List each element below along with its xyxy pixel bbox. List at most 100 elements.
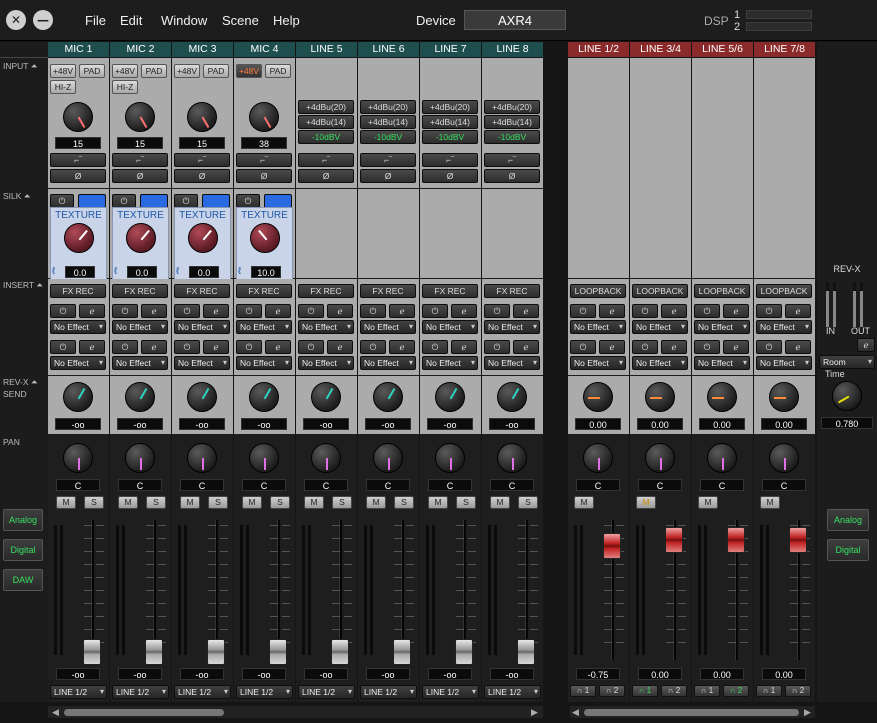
insert-2-effect-select[interactable]: No Effect bbox=[570, 356, 626, 370]
return-fader[interactable] bbox=[603, 533, 621, 559]
insert-1-edit-button[interactable]: ℯ bbox=[327, 304, 353, 318]
hpf-button[interactable]: ⌐‾ bbox=[298, 153, 354, 167]
insert-1-effect-select[interactable]: No Effect bbox=[236, 320, 292, 334]
revx-send-knob[interactable] bbox=[707, 382, 737, 412]
menu-scene[interactable]: Scene bbox=[222, 13, 259, 28]
input-scrollbar[interactable]: ◀ ▶ bbox=[48, 706, 543, 718]
insert-1-edit-button[interactable]: ℯ bbox=[265, 304, 291, 318]
revx-send-knob[interactable] bbox=[769, 382, 799, 412]
device-selector[interactable]: AXR4 bbox=[464, 10, 566, 30]
input-scroll-thumb[interactable] bbox=[64, 709, 224, 716]
insert-1-edit-button[interactable]: ℯ bbox=[723, 304, 749, 318]
insert-1-effect-select[interactable]: No Effect bbox=[50, 320, 106, 334]
insert-2-edit-button[interactable]: ℯ bbox=[265, 340, 291, 354]
insert-2-power-button[interactable]: ⏻ bbox=[298, 340, 324, 354]
fx-rec-button[interactable]: FX REC bbox=[236, 284, 292, 298]
insert-1-effect-select[interactable]: No Effect bbox=[298, 320, 354, 334]
insert-1-effect-select[interactable]: No Effect bbox=[570, 320, 626, 334]
channel-fader[interactable] bbox=[455, 639, 473, 665]
hpf-button[interactable]: ⌐‾ bbox=[50, 153, 106, 167]
level-20-button[interactable]: +4dBu(20) bbox=[484, 100, 540, 114]
revx-send-knob[interactable] bbox=[645, 382, 675, 412]
gain-knob[interactable] bbox=[187, 102, 217, 132]
insert-2-effect-select[interactable]: No Effect bbox=[236, 356, 292, 370]
silk-texture-knob[interactable] bbox=[64, 223, 94, 253]
revx-time-knob[interactable] bbox=[832, 381, 862, 411]
pan-knob[interactable] bbox=[497, 443, 527, 473]
insert-1-effect-select[interactable]: No Effect bbox=[632, 320, 688, 334]
gain-knob[interactable] bbox=[249, 102, 279, 132]
mute-button[interactable]: M bbox=[636, 496, 656, 509]
phase-button[interactable]: Ø bbox=[360, 169, 416, 183]
mute-button[interactable]: M bbox=[56, 496, 76, 509]
phase-button[interactable]: Ø bbox=[298, 169, 354, 183]
insert-1-power-button[interactable]: ⏻ bbox=[484, 304, 510, 318]
insert-2-power-button[interactable]: ⏻ bbox=[174, 340, 200, 354]
insert-2-effect-select[interactable]: No Effect bbox=[360, 356, 416, 370]
insert-1-power-button[interactable]: ⏻ bbox=[570, 304, 596, 318]
revx-type-select[interactable]: Room bbox=[819, 355, 875, 369]
return-scroll-thumb[interactable] bbox=[584, 709, 799, 716]
daw-button[interactable]: DAW bbox=[3, 569, 43, 591]
insert-2-effect-select[interactable]: No Effect bbox=[174, 356, 230, 370]
silk-power-button[interactable]: ⏻ bbox=[236, 194, 260, 208]
revx-edit-button[interactable]: ℯ bbox=[857, 338, 875, 352]
pan-knob[interactable] bbox=[373, 443, 403, 473]
channel-fader[interactable] bbox=[207, 639, 225, 665]
insert-2-power-button[interactable]: ⏻ bbox=[694, 340, 720, 354]
channel-fader[interactable] bbox=[83, 639, 101, 665]
fx-rec-button[interactable]: FX REC bbox=[360, 284, 416, 298]
solo-button[interactable]: S bbox=[270, 496, 290, 509]
hiz-button[interactable]: HI-Z bbox=[50, 80, 76, 94]
insert-2-power-button[interactable]: ⏻ bbox=[236, 340, 262, 354]
insert-1-power-button[interactable]: ⏻ bbox=[236, 304, 262, 318]
revx-send-knob[interactable] bbox=[125, 382, 155, 412]
insert-2-power-button[interactable]: ⏻ bbox=[756, 340, 782, 354]
silk-power-button[interactable]: ⏻ bbox=[174, 194, 198, 208]
insert-1-power-button[interactable]: ⏻ bbox=[360, 304, 386, 318]
menu-edit[interactable]: Edit bbox=[120, 13, 142, 28]
revx-send-knob[interactable] bbox=[311, 382, 341, 412]
insert-1-edit-button[interactable]: ℯ bbox=[661, 304, 687, 318]
phase-button[interactable]: Ø bbox=[484, 169, 540, 183]
scroll-left-icon[interactable]: ◀ bbox=[52, 707, 59, 718]
insert-2-edit-button[interactable]: ℯ bbox=[79, 340, 105, 354]
silk-texture-knob[interactable] bbox=[126, 223, 156, 253]
insert-2-effect-select[interactable]: No Effect bbox=[632, 356, 688, 370]
menu-file[interactable]: File bbox=[85, 13, 106, 28]
output-select[interactable]: LINE 1/2 bbox=[298, 685, 355, 699]
revx-send-knob[interactable] bbox=[249, 382, 279, 412]
output-select[interactable]: LINE 1/2 bbox=[50, 685, 107, 699]
insert-1-edit-button[interactable]: ℯ bbox=[203, 304, 229, 318]
menu-window[interactable]: Window bbox=[161, 13, 207, 28]
insert-2-edit-button[interactable]: ℯ bbox=[513, 340, 539, 354]
pan-knob[interactable] bbox=[63, 443, 93, 473]
pan-knob[interactable] bbox=[187, 443, 217, 473]
insert-1-effect-select[interactable]: No Effect bbox=[484, 320, 540, 334]
insert-1-power-button[interactable]: ⏻ bbox=[422, 304, 448, 318]
level-14-button[interactable]: +4dBu(14) bbox=[422, 115, 478, 129]
insert-1-edit-button[interactable]: ℯ bbox=[785, 304, 811, 318]
silk-power-button[interactable]: ⏻ bbox=[50, 194, 74, 208]
fx-rec-button[interactable]: FX REC bbox=[422, 284, 478, 298]
fx-rec-button[interactable]: FX REC bbox=[50, 284, 106, 298]
analog-button[interactable]: Analog bbox=[3, 509, 43, 531]
channel-fader[interactable] bbox=[145, 639, 163, 665]
insert-2-power-button[interactable]: ⏻ bbox=[112, 340, 138, 354]
headphone-2-button[interactable]: ∩ 2 bbox=[723, 685, 749, 697]
close-icon[interactable]: ✕ bbox=[6, 10, 26, 30]
return-fader[interactable] bbox=[665, 527, 683, 553]
revx-send-knob[interactable] bbox=[435, 382, 465, 412]
phantom-power-button[interactable]: +48V bbox=[174, 64, 200, 78]
hpf-button[interactable]: ⌐‾ bbox=[484, 153, 540, 167]
output-select[interactable]: LINE 1/2 bbox=[360, 685, 417, 699]
insert-1-effect-select[interactable]: No Effect bbox=[174, 320, 230, 334]
solo-button[interactable]: S bbox=[84, 496, 104, 509]
insert-2-edit-button[interactable]: ℯ bbox=[723, 340, 749, 354]
insert-1-power-button[interactable]: ⏻ bbox=[298, 304, 324, 318]
gain-knob[interactable] bbox=[63, 102, 93, 132]
headphone-2-button[interactable]: ∩ 2 bbox=[599, 685, 625, 697]
output-select[interactable]: LINE 1/2 bbox=[484, 685, 541, 699]
insert-2-edit-button[interactable]: ℯ bbox=[389, 340, 415, 354]
phase-button[interactable]: Ø bbox=[112, 169, 168, 183]
